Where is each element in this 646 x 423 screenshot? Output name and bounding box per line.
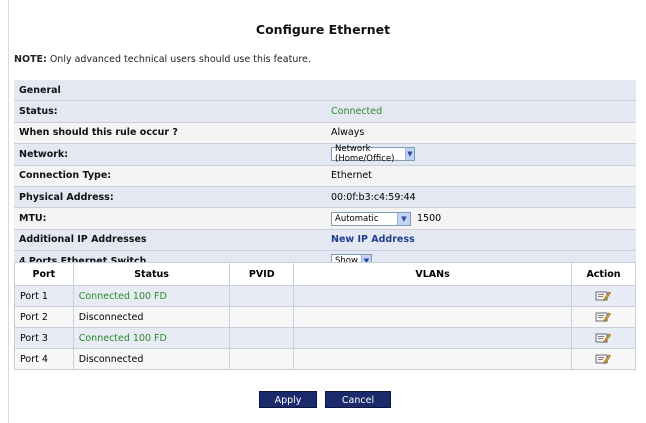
port-status: Connected 100 FD	[72, 285, 231, 307]
mtu-mode-value: Automatic	[335, 213, 379, 224]
mtu-row: MTU: Automatic ▼ 1500	[14, 207, 636, 230]
pvid-column-header: PVID	[229, 262, 295, 286]
connection-type-row: Connection Type: Ethernet	[14, 165, 636, 187]
port-name: Port 2	[14, 306, 74, 328]
connection-type-label: Connection Type:	[14, 165, 326, 187]
cancel-button[interactable]: Cancel	[325, 391, 391, 408]
port-pvid	[229, 348, 295, 370]
port-name: Port 4	[14, 348, 74, 370]
ports-header-row: Port Status PVID VLANs Action	[14, 262, 637, 286]
port-status: Disconnected	[72, 306, 231, 328]
edit-icon[interactable]	[595, 332, 612, 344]
left-border	[8, 0, 9, 423]
general-heading-row: General	[14, 80, 636, 102]
port-column-header: Port	[14, 262, 74, 286]
ports-table: Port Status PVID VLANs Action Port 1 Con…	[14, 262, 637, 370]
port-action	[570, 285, 637, 307]
port-vlans	[293, 348, 572, 370]
table-row: Port 1 Connected 100 FD	[14, 285, 637, 307]
table-row: Port 4 Disconnected	[14, 348, 637, 370]
network-select-value: Network (Home/Office)	[335, 144, 395, 165]
port-name: Port 3	[14, 327, 74, 349]
mtu-value[interactable]: 1500	[417, 213, 441, 224]
network-select[interactable]: Network (Home/Office) ▼	[331, 144, 415, 165]
physical-address-row: Physical Address: 00:0f:b3:c4:59:44	[14, 186, 636, 209]
port-action	[570, 327, 637, 349]
table-row: Port 2 Disconnected	[14, 306, 637, 328]
port-name: Port 1	[14, 285, 74, 307]
vlans-column-header: VLANs	[293, 262, 572, 286]
mtu-label: MTU:	[14, 207, 326, 230]
rule-value: Always	[326, 122, 636, 145]
port-pvid	[229, 327, 295, 349]
physical-address-label: Physical Address:	[14, 186, 326, 209]
rule-label: When should this rule occur ?	[14, 122, 326, 145]
note: NOTE: Only advanced technical users shou…	[14, 54, 311, 65]
connection-type-value: Ethernet	[326, 165, 636, 187]
new-ip-address-link[interactable]: New IP Address	[331, 234, 415, 245]
edit-icon[interactable]	[595, 311, 612, 323]
chevron-down-icon[interactable]: ▼	[397, 212, 410, 225]
port-status: Connected 100 FD	[72, 327, 231, 349]
status-row: Status: Connected	[14, 100, 636, 123]
general-heading: General	[14, 80, 636, 102]
edit-icon[interactable]	[595, 353, 612, 365]
additional-ip-label: Additional IP Addresses	[14, 229, 326, 252]
status-label: Status:	[14, 100, 326, 123]
port-vlans	[293, 306, 572, 328]
physical-address-value: 00:0f:b3:c4:59:44	[326, 186, 636, 209]
mtu-mode-select[interactable]: Automatic ▼	[331, 211, 411, 226]
port-action	[570, 306, 637, 328]
note-label: NOTE:	[14, 54, 47, 65]
action-column-header: Action	[570, 262, 637, 286]
status-column-header: Status	[72, 262, 231, 286]
page-title: Configure Ethernet	[255, 22, 391, 37]
port-vlans	[293, 285, 572, 307]
rule-row: When should this rule occur ? Always	[14, 122, 636, 145]
network-row: Network: Network (Home/Office) ▼	[14, 143, 636, 166]
apply-button[interactable]: Apply	[259, 391, 317, 408]
additional-ip-row: Additional IP Addresses New IP Address	[14, 229, 636, 252]
port-pvid	[229, 285, 295, 307]
port-pvid	[229, 306, 295, 328]
status-value: Connected	[326, 100, 636, 123]
note-text: Only advanced technical users should use…	[46, 54, 311, 65]
port-status: Disconnected	[72, 348, 231, 370]
network-label: Network:	[14, 143, 326, 166]
table-row: Port 3 Connected 100 FD	[14, 327, 637, 349]
general-settings-table: General Status: Connected When should th…	[14, 80, 636, 273]
chevron-down-icon[interactable]: ▼	[404, 148, 414, 161]
edit-icon[interactable]	[595, 290, 612, 302]
port-action	[570, 348, 637, 370]
port-vlans	[293, 327, 572, 349]
